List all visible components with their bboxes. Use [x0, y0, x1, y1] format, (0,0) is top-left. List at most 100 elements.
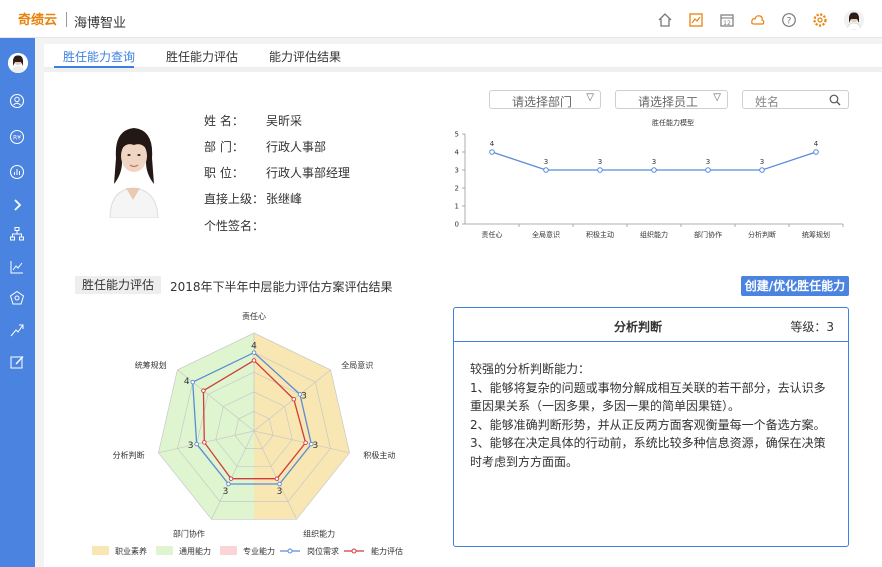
radar-value-label: 3 [188, 441, 194, 451]
growth-icon[interactable] [8, 321, 26, 339]
detail-line: 2、能够准确判断形势，并从正反两方面客观衡量每一个备选方案。 [470, 417, 826, 432]
create-competency-button[interactable]: 创建/优化胜任能力 [741, 276, 849, 296]
radar-value-label: 3 [277, 487, 283, 497]
chart-board-icon[interactable] [686, 10, 706, 30]
person-search-icon[interactable] [8, 92, 26, 110]
radar-point [303, 440, 308, 446]
tab-divider [44, 68, 882, 72]
name-search-placeholder: 姓名 [755, 95, 780, 109]
line-data-label: 3 [760, 158, 764, 166]
line-point [813, 149, 819, 155]
line-point [705, 167, 711, 173]
tab-evaluation-results[interactable]: 能力评估结果 [269, 48, 341, 65]
x-tick-label: 全局意识 [532, 230, 560, 239]
dept-select[interactable]: 请选择部门 ▽ [489, 90, 601, 109]
sidebar-avatar[interactable] [8, 53, 28, 73]
line-data-label: 3 [706, 158, 710, 166]
org-chart-icon[interactable] [8, 225, 26, 243]
evaluation-title: 2018年下半年中层能力评估方案评估结果 [170, 280, 393, 294]
radar-point [228, 476, 234, 481]
legend-label: 专业能力 [243, 546, 275, 556]
radar-point [202, 440, 207, 445]
zone-general [158, 333, 254, 520]
radar-chart: 责任心全局意识积极主动组织能力 部门协作 分析判断 统筹规划 4 3 3 3 3 3 4 职业素养 通用… [92, 311, 403, 556]
expand-arrow-icon[interactable] [8, 196, 26, 214]
tab-bar: 胜任能力查询 胜任能力评估 能力评估结果 [44, 44, 882, 68]
dept-select-placeholder: 请选择部门 [512, 95, 573, 109]
detail-line: 1、能够将复杂的问题或事物分解成相互关联的若干部分，去认识多重因果关系（一因多果… [470, 380, 826, 414]
name-value: 吴昕采 [266, 114, 303, 128]
name-label: 姓 名： [204, 114, 244, 128]
evaluation-tag[interactable]: 胜任能力评估 [75, 276, 161, 294]
detail-title: 分析判断 [614, 320, 663, 334]
position-value: 行政人事部经理 [266, 166, 351, 180]
fingerprint-icon[interactable]: R¥ [8, 128, 26, 146]
staff-select[interactable]: 请选择员工 ▽ [615, 90, 728, 109]
chevron-down-icon: ▽ [713, 92, 721, 103]
radar-point [277, 481, 282, 487]
line-data-label: 3 [652, 158, 656, 166]
legend-label: 岗位需求 [307, 546, 339, 556]
svg-text:R¥: R¥ [13, 135, 21, 142]
x-tick-label: 积极主动 [586, 230, 614, 239]
radar-value-label: 3 [312, 441, 318, 451]
radar-point [251, 358, 257, 363]
line-point [759, 167, 765, 173]
name-search-input[interactable]: 姓名 [742, 90, 849, 109]
superior-label: 直接上级： [204, 192, 265, 206]
legend-swatch [156, 546, 173, 555]
main-content: 胜任能力查询 胜任能力评估 能力评估结果 姓 名： 吴昕采 部 门： 行政人事部… [44, 44, 882, 567]
detail-panel: 分析判断 等级：3 较强的分析判断能力： 1、能够将复杂的问题或事物分解成相互关… [453, 307, 849, 547]
bar-chart-icon[interactable] [8, 163, 26, 181]
radar-point [190, 379, 195, 385]
line-point [651, 167, 657, 173]
help-icon[interactable]: ? [779, 10, 799, 30]
legend-label: 职业素养 [115, 546, 147, 556]
settings-icon[interactable] [810, 10, 830, 30]
detail-line: 较强的分析判断能力： [470, 362, 591, 376]
calendar-day: 12 [723, 20, 731, 27]
calendar-icon[interactable]: 12 [717, 10, 737, 30]
line-point [543, 167, 549, 173]
edit-icon[interactable] [8, 353, 26, 371]
legend-swatch [92, 546, 109, 555]
radar-value-label: 4 [251, 342, 257, 352]
y-tick-label: 3 [455, 167, 459, 175]
logo-divider [66, 12, 67, 27]
signature-label: 个性签名： [204, 219, 265, 233]
trend-chart-icon[interactable] [8, 258, 26, 276]
line-data-label: 4 [814, 140, 819, 148]
legend-marker [287, 548, 293, 554]
radar-point [274, 476, 280, 481]
detail-line: 3、能够在决定具体的行动前，系统比较多种信息资源，确保在决策时考虑到方方面面。 [470, 436, 826, 469]
user-avatar[interactable] [844, 10, 864, 30]
radar-value-label: 3 [223, 487, 229, 497]
app-logo[interactable]: 奇绩云 [18, 9, 57, 28]
detail-description: 较强的分析判断能力： 1、能够将复杂的问题或事物分解成相互关联的若干部分，去认识… [470, 360, 832, 471]
legend-label: 通用能力 [179, 546, 211, 556]
top-icons: 12 ? [644, 9, 864, 31]
position-label: 职 位： [204, 166, 244, 180]
detail-panel-header: 分析判断 等级：3 [454, 308, 848, 342]
staff-select-placeholder: 请选择员工 [638, 95, 699, 109]
radar-value-label: 4 [184, 377, 190, 387]
line-data-label: 4 [490, 140, 495, 148]
svg-text:?: ? [787, 16, 792, 26]
line-data-label: 3 [598, 158, 602, 166]
company-name: 海博智业 [74, 16, 127, 31]
home-icon[interactable] [655, 10, 675, 30]
network-icon[interactable] [8, 289, 26, 307]
x-tick-label: 统筹规划 [802, 230, 830, 239]
line-point [489, 149, 495, 155]
radar-axis-label: 责任心 [242, 311, 266, 321]
search-icon[interactable] [829, 94, 841, 109]
x-tick-label: 部门协作 [694, 230, 722, 239]
line-point [597, 167, 603, 173]
tab-competency-evaluation[interactable]: 胜任能力评估 [166, 48, 238, 65]
radar-point [291, 396, 297, 402]
tab-competency-query[interactable]: 胜任能力查询 [63, 48, 135, 65]
dept-value: 行政人事部 [266, 140, 327, 154]
radar-axis-label: 统筹规划 [135, 360, 167, 370]
cloud-icon[interactable] [748, 10, 768, 30]
radar-axis-label: 全局意识 [341, 360, 373, 370]
